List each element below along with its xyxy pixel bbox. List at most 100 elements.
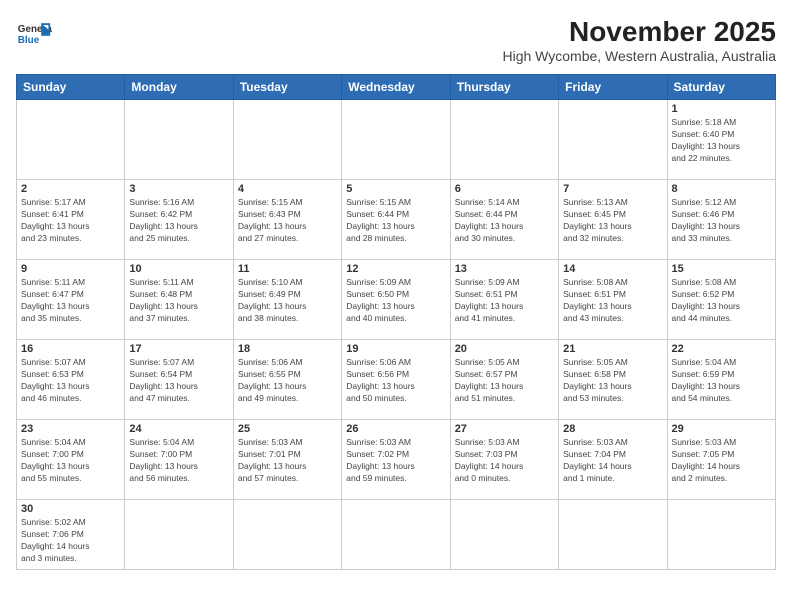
day-info: Sunrise: 5:13 AMSunset: 6:45 PMDaylight:… [563,197,662,245]
page-header: General Blue November 2025 High Wycombe,… [16,16,776,64]
day-number: 17 [129,343,228,355]
weekday-header: Wednesday [342,75,450,100]
day-number: 1 [672,103,771,115]
day-info: Sunrise: 5:11 AMSunset: 6:48 PMDaylight:… [129,277,228,325]
day-number: 21 [563,343,662,355]
calendar-cell: 12 Sunrise: 5:09 AMSunset: 6:50 PMDayligh… [342,260,450,340]
calendar-cell: 18 Sunrise: 5:06 AMSunset: 6:55 PMDayligh… [233,340,341,420]
day-info: Sunrise: 5:15 AMSunset: 6:44 PMDaylight:… [346,197,445,245]
day-info: Sunrise: 5:18 AMSunset: 6:40 PMDaylight:… [672,117,771,165]
day-number: 6 [455,183,554,195]
page-subtitle: High Wycombe, Western Australia, Austral… [502,48,776,64]
weekday-header: Thursday [450,75,558,100]
calendar-cell: 8Sunrise: 5:12 AMSunset: 6:46 PMDaylight… [667,180,775,260]
weekday-header-row: SundayMondayTuesdayWednesdayThursdayFrid… [17,75,776,100]
day-info: Sunrise: 5:03 AMSunset: 7:05 PMDaylight:… [672,437,771,485]
calendar-cell: 27 Sunrise: 5:03 AMSunset: 7:03 PMDayligh… [450,420,558,500]
calendar-week-row: 23 Sunrise: 5:04 AMSunset: 7:00 PMDayligh… [17,420,776,500]
day-number: 18 [238,343,337,355]
day-number: 3 [129,183,228,195]
svg-text:Blue: Blue [18,35,40,46]
day-number: 26 [346,423,445,435]
day-number: 27 [455,423,554,435]
title-area: November 2025 High Wycombe, Western Aust… [502,16,776,64]
day-number: 7 [563,183,662,195]
day-info: Sunrise: 5:03 AMSunset: 7:02 PMDaylight:… [346,437,445,485]
calendar-cell: 9 Sunrise: 5:11 AMSunset: 6:47 PMDaylight… [17,260,125,340]
day-info: Sunrise: 5:05 AMSunset: 6:58 PMDaylight:… [563,357,662,405]
day-info: Sunrise: 5:06 AMSunset: 6:55 PMDaylight:… [238,357,337,405]
calendar-cell: 28 Sunrise: 5:03 AMSunset: 7:04 PMDayligh… [559,420,667,500]
day-info: Sunrise: 5:14 AMSunset: 6:44 PMDaylight:… [455,197,554,245]
calendar-cell [125,100,233,180]
calendar-week-row: 9 Sunrise: 5:11 AMSunset: 6:47 PMDaylight… [17,260,776,340]
weekday-header: Sunday [17,75,125,100]
calendar-cell: 17Sunrise: 5:07 AMSunset: 6:54 PMDayligh… [125,340,233,420]
page-title: November 2025 [502,16,776,48]
day-info: Sunrise: 5:10 AMSunset: 6:49 PMDaylight:… [238,277,337,325]
day-number: 4 [238,183,337,195]
day-info: Sunrise: 5:17 AMSunset: 6:41 PMDaylight:… [21,197,120,245]
day-number: 13 [455,263,554,275]
calendar-cell: 15Sunrise: 5:08 AMSunset: 6:52 PMDayligh… [667,260,775,340]
calendar-cell: 22 Sunrise: 5:04 AMSunset: 6:59 PMDayligh… [667,340,775,420]
day-info: Sunrise: 5:04 AMSunset: 7:00 PMDaylight:… [129,437,228,485]
day-info: Sunrise: 5:02 AMSunset: 7:06 PMDaylight:… [21,517,120,565]
calendar-week-row: 16Sunrise: 5:07 AMSunset: 6:53 PMDayligh… [17,340,776,420]
calendar-cell: 29 Sunrise: 5:03 AMSunset: 7:05 PMDayligh… [667,420,775,500]
day-number: 24 [129,423,228,435]
calendar-cell [450,100,558,180]
day-info: Sunrise: 5:16 AMSunset: 6:42 PMDaylight:… [129,197,228,245]
calendar-cell: 2 Sunrise: 5:17 AMSunset: 6:41 PMDaylight… [17,180,125,260]
day-number: 20 [455,343,554,355]
calendar-cell [17,100,125,180]
day-number: 2 [21,183,120,195]
day-number: 12 [346,263,445,275]
day-number: 16 [21,343,120,355]
day-number: 23 [21,423,120,435]
day-number: 14 [563,263,662,275]
day-number: 19 [346,343,445,355]
calendar-cell: 10 Sunrise: 5:11 AMSunset: 6:48 PMDayligh… [125,260,233,340]
calendar-cell: 20Sunrise: 5:05 AMSunset: 6:57 PMDayligh… [450,340,558,420]
calendar-cell: 4Sunrise: 5:15 AMSunset: 6:43 PMDaylight… [233,180,341,260]
day-number: 10 [129,263,228,275]
day-info: Sunrise: 5:03 AMSunset: 7:04 PMDaylight:… [563,437,662,485]
day-info: Sunrise: 5:04 AMSunset: 6:59 PMDaylight:… [672,357,771,405]
day-info: Sunrise: 5:11 AMSunset: 6:47 PMDaylight:… [21,277,120,325]
calendar-cell [125,500,233,570]
calendar-cell: 25Sunrise: 5:03 AMSunset: 7:01 PMDayligh… [233,420,341,500]
calendar-cell [342,500,450,570]
calendar-week-row: 30 Sunrise: 5:02 AMSunset: 7:06 PMDayligh… [17,500,776,570]
calendar-cell [342,100,450,180]
calendar-cell: 19 Sunrise: 5:06 AMSunset: 6:56 PMDayligh… [342,340,450,420]
weekday-header: Tuesday [233,75,341,100]
logo: General Blue [16,16,52,52]
weekday-header: Monday [125,75,233,100]
day-info: Sunrise: 5:03 AMSunset: 7:01 PMDaylight:… [238,437,337,485]
day-info: Sunrise: 5:03 AMSunset: 7:03 PMDaylight:… [455,437,554,485]
calendar-cell: 23 Sunrise: 5:04 AMSunset: 7:00 PMDayligh… [17,420,125,500]
day-number: 9 [21,263,120,275]
calendar-cell [233,500,341,570]
day-info: Sunrise: 5:09 AMSunset: 6:50 PMDaylight:… [346,277,445,325]
calendar-cell: 5 Sunrise: 5:15 AMSunset: 6:44 PMDaylight… [342,180,450,260]
day-number: 5 [346,183,445,195]
calendar-cell: 14Sunrise: 5:08 AMSunset: 6:51 PMDayligh… [559,260,667,340]
weekday-header: Saturday [667,75,775,100]
day-info: Sunrise: 5:08 AMSunset: 6:52 PMDaylight:… [672,277,771,325]
calendar-cell: 7 Sunrise: 5:13 AMSunset: 6:45 PMDaylight… [559,180,667,260]
day-number: 29 [672,423,771,435]
calendar-cell [450,500,558,570]
day-number: 22 [672,343,771,355]
day-info: Sunrise: 5:06 AMSunset: 6:56 PMDaylight:… [346,357,445,405]
day-info: Sunrise: 5:09 AMSunset: 6:51 PMDaylight:… [455,277,554,325]
day-info: Sunrise: 5:04 AMSunset: 7:00 PMDaylight:… [21,437,120,485]
weekday-header: Friday [559,75,667,100]
calendar-cell: 11 Sunrise: 5:10 AMSunset: 6:49 PMDayligh… [233,260,341,340]
day-number: 28 [563,423,662,435]
day-number: 30 [21,503,120,515]
calendar-cell: 21 Sunrise: 5:05 AMSunset: 6:58 PMDayligh… [559,340,667,420]
calendar-table: SundayMondayTuesdayWednesdayThursdayFrid… [16,74,776,570]
day-number: 11 [238,263,337,275]
